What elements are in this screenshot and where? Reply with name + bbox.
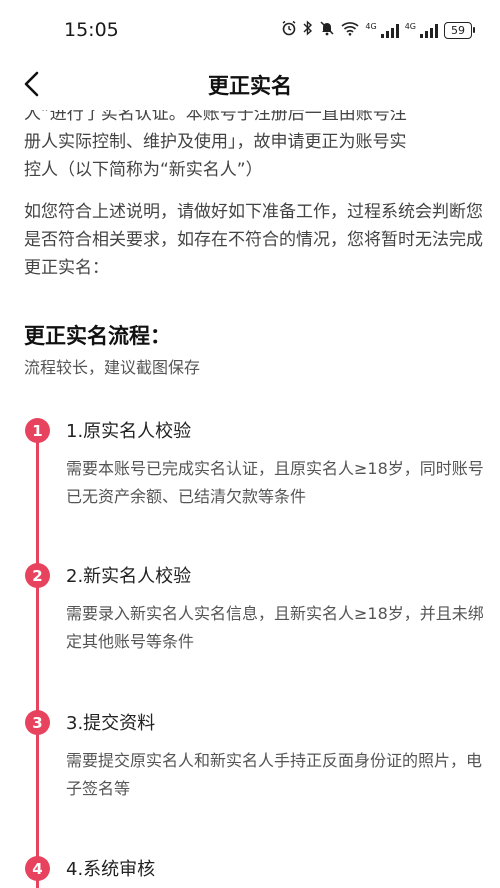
timeline-line [36,430,39,888]
alarm-icon [281,20,297,40]
step-title: 1.原实名人校验 [66,421,192,442]
step-title: 3.提交资料 [66,713,156,734]
content-scroll-area[interactable]: 人”进行了实名认证。本账号于注册后一直由账号注 册人实际控制、维护及使用」，故申… [0,110,500,888]
intro-line-3: 控人（以下简称为“新实名人”） [24,160,263,180]
intro-line-partial: 人”进行了实名认证。本账号于注册后一直由账号注 [24,110,407,124]
status-bar: 15:05 4G 4G 59 [0,0,500,60]
section-title: 更正实名流程： [24,324,171,348]
intro-text: 人”进行了实名认证。本账号于注册后一直由账号注 册人实际控制、维护及使用」，故申… [24,110,484,282]
step-number-badge: 2 [25,563,50,588]
wifi-icon [341,20,359,40]
nav-bar: 更正实名 [0,60,500,110]
section-subtitle: 流程较长，建议截图保存 [24,358,201,377]
step-number-badge: 1 [25,418,50,443]
battery-icon: 59 [444,21,475,39]
step-description: 需要本账号已完成实名认证，且原实名人≥18岁，同时账号已无资产余额、已结清欠款等… [66,459,484,506]
step-number-badge: 4 [25,856,50,881]
chevron-left-icon [24,71,39,97]
step-description: 需要录入新实名人实名信息，且新实名人≥18岁，并且未绑定其他账号等条件 [66,604,484,651]
intro-paragraph-1: 人”进行了实名认证。本账号于注册后一直由账号注 册人实际控制、维护及使用」，故申… [24,110,484,184]
cellular-signal-icon: 4G [365,22,399,38]
page-title: 更正实名 [208,74,292,98]
status-time: 15:05 [64,19,119,41]
step-title: 2.新实名人校验 [66,566,192,587]
back-button[interactable] [14,66,50,102]
step-number-badge: 3 [25,710,50,735]
intro-line-2: 册人实际控制、维护及使用」，故申请更正为账号实 [24,132,407,152]
intro-paragraph-2: 如您符合上述说明，请做好如下准备工作，过程系统会判断您是否符合相关要求，如存在不… [24,202,483,278]
mute-bell-icon [319,20,335,40]
cellular-signal-icon-2: 4G [405,22,438,38]
step-title: 4.系统审核 [66,859,156,880]
step-description: 需要提交原实名人和新实名人手持正反面身份证的照片，电子签名等 [66,751,483,798]
status-icons: 4G 4G 59 [281,20,475,40]
bluetooth-icon [303,20,313,40]
